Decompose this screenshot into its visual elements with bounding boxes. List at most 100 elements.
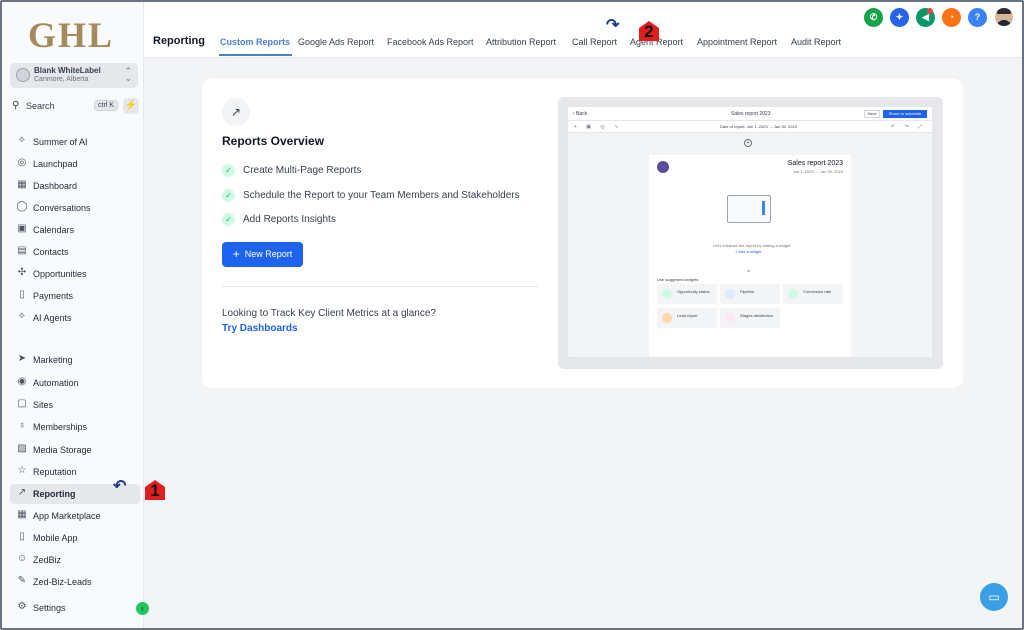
sidebar-item-zedbiz[interactable]: ☺ ZedBiz bbox=[10, 550, 140, 570]
preview-empty-illustration bbox=[727, 195, 771, 223]
sidebar-item-label: Launchpad bbox=[33, 159, 78, 169]
preview-report-dates: Jan 1, 2023 → Jan 30, 2023 bbox=[792, 169, 843, 174]
annotation-badge-2: 2 bbox=[638, 20, 660, 42]
automation-icon: ◉ bbox=[17, 376, 27, 387]
logo: GHL bbox=[28, 15, 115, 55]
sidebar-item-ai-agents[interactable]: ✧ AI Agents bbox=[10, 308, 140, 328]
help-icon[interactable]: ? bbox=[968, 8, 987, 27]
chevron-updown-icon: ⌃ ⌄ bbox=[124, 66, 132, 83]
sidebar-item-memberships[interactable]: ♁ Memberships bbox=[10, 417, 140, 437]
preview-widget: Opportunity status bbox=[657, 284, 717, 304]
sidebar-item-sites[interactable]: ▢ Sites bbox=[10, 395, 140, 415]
sidebar-item-app-marketplace[interactable]: ▦ App Marketplace bbox=[10, 506, 140, 526]
sidebar-item-label: Zed-Biz-Leads bbox=[33, 577, 92, 587]
apps-icon: ▦ bbox=[17, 509, 27, 520]
annotation-arrow-icon: ↷ bbox=[606, 17, 620, 34]
contacts-icon: ▤ bbox=[17, 245, 27, 256]
grid-icon: ▦ bbox=[17, 179, 27, 190]
bell-icon[interactable]: ◔ bbox=[942, 8, 961, 27]
tab-facebook-ads-report[interactable]: Facebook Ads Report bbox=[387, 37, 474, 47]
preview-add-widget: + Add a widget bbox=[735, 249, 762, 254]
account-switcher[interactable]: Blank WhiteLabel Canmore, Alberta ⌃ ⌄ bbox=[10, 63, 138, 88]
tab-appointment-report[interactable]: Appointment Report bbox=[697, 37, 777, 47]
sidebar-item-label: App Marketplace bbox=[33, 511, 101, 521]
sidebar-item-launchpad[interactable]: ◎ Launchpad bbox=[10, 154, 140, 174]
preview-save: Save bbox=[864, 110, 880, 118]
tab-attribution-report[interactable]: Attribution Report bbox=[486, 37, 556, 47]
sidebar-item-label: Reputation bbox=[33, 467, 77, 477]
sidebar-item-dashboard[interactable]: ▦ Dashboard bbox=[10, 176, 140, 196]
preview-share: Share or schedule bbox=[883, 110, 927, 118]
sites-icon: ▢ bbox=[17, 398, 27, 409]
preview-back: ‹ Back bbox=[573, 111, 588, 117]
sidebar-item-automation[interactable]: ◉ Automation bbox=[10, 373, 140, 393]
preview-title: Sales report 2023 bbox=[731, 111, 771, 117]
sidebar-item-label: ZedBiz bbox=[33, 555, 62, 565]
sidebar-item-payments[interactable]: ▯ Payments bbox=[10, 286, 140, 306]
preview-report-title: Sales report 2023 bbox=[787, 160, 843, 167]
sidebar-item-label: Sites bbox=[33, 400, 54, 410]
star-icon: ☆ bbox=[17, 465, 27, 476]
sidebar-item-zed-biz-leads[interactable]: ✎ Zed-Biz-Leads bbox=[10, 572, 140, 592]
preview-add-icon: + bbox=[744, 139, 752, 147]
reports-overview-card: ↗ Reports Overview ✓ Create Multi-Page Re… bbox=[202, 78, 963, 388]
account-avatar-icon bbox=[16, 68, 30, 82]
sidebar-item-settings[interactable]: ⚙ Settings bbox=[10, 598, 140, 618]
quick-action-bolt-icon[interactable]: ⚡ bbox=[123, 98, 139, 114]
membership-icon: ♁ bbox=[18, 420, 26, 431]
sidebar-search[interactable]: ⚲ Search ctrl K bbox=[10, 98, 118, 114]
tab-custom-reports[interactable]: Custom Reports bbox=[220, 37, 290, 47]
sidebar-item-label: Conversations bbox=[33, 203, 91, 213]
preview-date-range: Date of report: Jan 1, 2023 → Jan 30, 20… bbox=[720, 124, 797, 129]
user-avatar[interactable] bbox=[995, 8, 1013, 26]
preview-empty-message: Let's enhance the report by adding a wid… bbox=[713, 243, 791, 248]
feature-item: ✓ Add Reports Insights bbox=[222, 213, 336, 226]
sidebar-item-mobile-app[interactable]: ▯ Mobile App bbox=[10, 528, 140, 548]
annotation-badge-1: 1 bbox=[144, 479, 166, 501]
try-dashboards-link[interactable]: Try Dashboards bbox=[222, 323, 298, 334]
sidebar-item-label: Marketing bbox=[33, 355, 73, 365]
track-metrics-text: Looking to Track Key Client Metrics at a… bbox=[222, 308, 436, 319]
feature-item: ✓ Create Multi-Page Reports bbox=[222, 164, 361, 177]
tab-call-report[interactable]: Call Report bbox=[572, 37, 617, 47]
chat-support-button[interactable]: ▭ bbox=[980, 583, 1008, 611]
sidebar-item-label: Mobile App bbox=[33, 533, 78, 543]
sidebar-item-conversations[interactable]: ◯ Conversations bbox=[10, 198, 140, 218]
page-title: Reporting bbox=[153, 35, 205, 47]
app-window: GHL Blank WhiteLabel Canmore, Alberta ⌃ ⌄… bbox=[0, 0, 1024, 630]
payments-icon: ▯ bbox=[19, 289, 25, 300]
feature-item: ✓ Schedule the Report to your Team Member… bbox=[222, 189, 520, 202]
sidebar-item-summer-of-ai[interactable]: ✧ Summer of AI bbox=[10, 132, 140, 152]
preview-suggested-label: Use suggested widgets bbox=[657, 277, 699, 282]
trend-icon: ↗ bbox=[222, 98, 250, 126]
new-report-button[interactable]: + New Report bbox=[222, 242, 303, 267]
sidebar: GHL Blank WhiteLabel Canmore, Alberta ⌃ ⌄… bbox=[2, 2, 149, 628]
sidebar-item-contacts[interactable]: ▤ Contacts bbox=[10, 242, 140, 262]
sidebar-item-calendars[interactable]: ▣ Calendars bbox=[10, 220, 140, 240]
opportunities-icon: ✣ bbox=[17, 267, 27, 278]
preview-or: or bbox=[747, 268, 751, 273]
tab-google-ads-report[interactable]: Google Ads Report bbox=[298, 37, 374, 47]
preview-widget: Stages distribution bbox=[720, 308, 780, 328]
collapse-sidebar-button[interactable]: ‹ bbox=[136, 602, 149, 615]
sidebar-item-label: Dashboard bbox=[33, 181, 78, 191]
magic-icon[interactable]: ✦ bbox=[890, 8, 909, 27]
tab-audit-report[interactable]: Audit Report bbox=[791, 37, 841, 47]
ai-agents-icon: ✧ bbox=[17, 311, 27, 322]
search-shortcut: ctrl K bbox=[94, 100, 118, 111]
check-icon: ✓ bbox=[222, 189, 235, 202]
sidebar-item-label: Automation bbox=[33, 378, 79, 388]
account-location: Canmore, Alberta bbox=[34, 76, 89, 83]
check-icon: ✓ bbox=[222, 213, 235, 226]
annotation-arrow-icon: ↶ bbox=[113, 478, 127, 495]
preview-page: Sales report 2023 Jan 1, 2023 → Jan 30, … bbox=[649, 155, 851, 357]
sidebar-item-media-storage[interactable]: ▨ Media Storage bbox=[10, 440, 140, 460]
account-name: Blank WhiteLabel bbox=[34, 66, 101, 75]
chat-icon: ◯ bbox=[16, 201, 28, 212]
report-preview-image: ‹ Back Sales report 2023 Save Share or s… bbox=[558, 97, 943, 369]
plus-icon: + bbox=[232, 247, 240, 261]
preview-logo bbox=[657, 161, 669, 173]
phone-icon[interactable]: ✆ bbox=[864, 8, 883, 27]
sidebar-item-marketing[interactable]: ➤ Marketing bbox=[10, 350, 140, 370]
sidebar-item-opportunities[interactable]: ✣ Opportunities bbox=[10, 264, 140, 284]
